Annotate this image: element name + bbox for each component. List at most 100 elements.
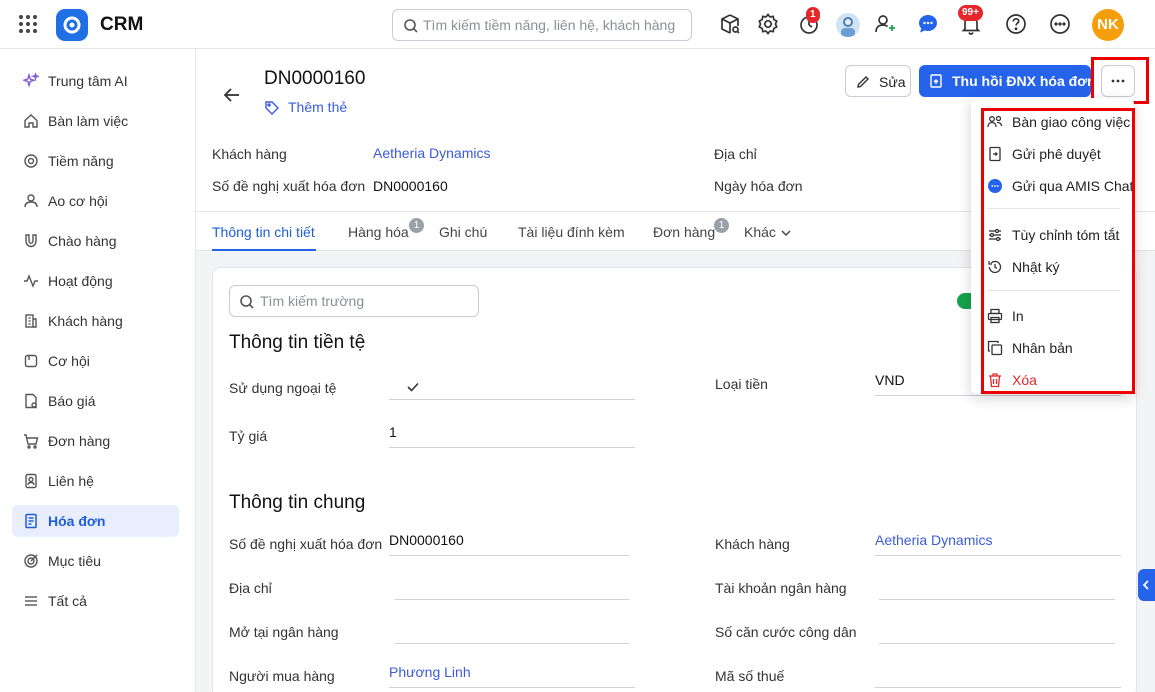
sidebar-item-all[interactable]: Tất cả: [12, 585, 179, 617]
sidebar-item-label: Chào hàng: [48, 233, 117, 249]
value-exchange-rate[interactable]: 1: [389, 420, 635, 448]
field-search-input[interactable]: [260, 292, 470, 310]
value-use-foreign-currency[interactable]: [389, 372, 635, 400]
label-currency: Loại tiền: [715, 376, 768, 392]
sidebar-item-label: Hoạt động: [48, 273, 113, 289]
recall-button-label: Thu hồi ĐNX hóa đơn: [952, 73, 1096, 89]
chevron-left-icon: [1142, 580, 1149, 590]
tab-products-badge: 1: [409, 218, 424, 233]
sidebar-item-workspace[interactable]: Bàn làm việc: [12, 105, 179, 137]
tab-orders[interactable]: Đơn hàng: [653, 224, 715, 240]
value-tax-code[interactable]: [875, 660, 1121, 688]
sidebar-item-label: Hóa đơn: [48, 513, 106, 529]
global-search[interactable]: [392, 9, 692, 41]
value-request-no[interactable]: DN0000160: [389, 528, 629, 556]
sidebar-item-label: Mục tiêu: [48, 553, 101, 569]
sidebar-item-leads[interactable]: Tiềm năng: [12, 145, 179, 177]
search-input[interactable]: [423, 15, 685, 35]
recall-invoice-request-button[interactable]: Thu hồi ĐNX hóa đơn: [919, 65, 1096, 97]
section-title-currency: Thông tin tiền tệ: [229, 332, 366, 353]
tag-icon: [265, 101, 279, 115]
sidebar-item-activities[interactable]: Hoạt động: [12, 265, 179, 297]
chat-icon[interactable]: [916, 12, 940, 36]
sidebar-item-label: Cơ hội: [48, 353, 90, 369]
back-arrow-icon[interactable]: [222, 85, 242, 105]
summary-label-request-no: Số đề nghị xuất hóa đơn: [212, 178, 366, 194]
label-address: Địa chỉ: [229, 580, 272, 596]
tab-more[interactable]: Khác: [744, 224, 792, 240]
sidebar-item-label: Tất cả: [48, 593, 87, 609]
sidebar-item-orders[interactable]: Đơn hàng: [12, 425, 179, 457]
sidebar-item-label: Đơn hàng: [48, 433, 111, 449]
sidebar: Trung tâm AI Bàn làm việc Tiềm năng Ao c…: [0, 49, 196, 692]
users-icon: [24, 194, 38, 208]
more-icon[interactable]: [1048, 12, 1072, 36]
sidebar-item-contacts[interactable]: Liên hệ: [12, 465, 179, 497]
grid-icon[interactable]: [18, 14, 38, 34]
top-bar: CRM 1 99+ NK: [0, 0, 1155, 49]
document-icon: [930, 74, 942, 88]
tab-details[interactable]: Thông tin chi tiết: [212, 224, 315, 240]
tab-more-label: Khác: [744, 224, 776, 240]
label-bank-opened-at: Mở tại ngân hàng: [229, 624, 339, 640]
sidebar-item-label: Báo giá: [48, 393, 96, 409]
add-tag-link[interactable]: Thêm thẻ: [264, 99, 347, 115]
tab-products[interactable]: Hàng hóa: [348, 224, 409, 240]
value-buyer[interactable]: Phương Linh: [389, 660, 635, 688]
label-request-no: Số đề nghị xuất hóa đơn: [229, 536, 383, 552]
summary-label-invoice-date: Ngày hóa đơn: [714, 178, 803, 194]
tab-attachments[interactable]: Tài liệu đính kèm: [518, 224, 625, 240]
notification-badge: 99+: [958, 5, 983, 21]
package-search-icon[interactable]: [718, 12, 742, 36]
section-title-general: Thông tin chung: [229, 492, 366, 513]
value-bank-account[interactable]: [879, 572, 1115, 600]
timer-badge: 1: [806, 7, 820, 23]
search-icon: [240, 295, 254, 309]
sidebar-item-customers[interactable]: Khách hàng: [12, 305, 179, 337]
chevron-down-icon: [781, 230, 791, 237]
tab-notes[interactable]: Ghi chú: [439, 224, 487, 240]
summary-value-customer[interactable]: Aetheria Dynamics: [373, 145, 491, 161]
sidebar-item-label: Bàn làm việc: [48, 113, 129, 129]
label-bank-account: Tài khoản ngân hàng: [715, 580, 847, 596]
quote-icon: [25, 393, 37, 409]
label-use-foreign-currency: Sử dụng ngoại tệ: [229, 380, 337, 396]
edit-button[interactable]: Sửa: [845, 65, 911, 97]
home-icon: [24, 114, 38, 128]
field-search[interactable]: [229, 285, 479, 317]
sidebar-item-goals[interactable]: Mục tiêu: [12, 545, 179, 577]
sidebar-item-offers[interactable]: Chào hàng: [12, 225, 179, 257]
collapse-panel-tab[interactable]: [1138, 569, 1155, 601]
label-customer: Khách hàng: [715, 536, 790, 552]
value-address[interactable]: [395, 572, 629, 600]
contact-icon: [25, 473, 37, 489]
sidebar-item-quotes[interactable]: Báo giá: [12, 385, 179, 417]
label-tax-code: Mã số thuế: [715, 668, 785, 684]
gear-icon[interactable]: [756, 12, 780, 36]
sidebar-item-label: Ao cơ hội: [48, 193, 108, 209]
sidebar-item-ai-center[interactable]: Trung tâm AI: [12, 65, 179, 97]
invoice-icon: [25, 513, 37, 529]
sidebar-item-opportunities[interactable]: Cơ hội: [12, 345, 179, 377]
sidebar-item-invoices[interactable]: Hóa đơn: [12, 505, 179, 537]
avatar[interactable]: [836, 13, 860, 37]
crm-logo-icon[interactable]: [56, 9, 88, 41]
sidebar-item-opportunity-pool[interactable]: Ao cơ hội: [12, 185, 179, 217]
box-icon: [24, 354, 38, 368]
value-bank-opened-at[interactable]: [395, 616, 629, 644]
value-customer[interactable]: Aetheria Dynamics: [875, 528, 1121, 556]
summary-label-customer: Khách hàng: [212, 146, 287, 162]
label-exchange-rate: Tỷ giá: [229, 428, 268, 444]
summary-label-address: Địa chỉ: [714, 146, 757, 162]
user-avatar[interactable]: NK: [1092, 9, 1124, 41]
cart-icon: [24, 434, 39, 449]
active-tab-indicator: [212, 249, 316, 251]
help-icon[interactable]: [1004, 12, 1028, 36]
highlight-menu: [981, 108, 1135, 394]
value-id-card[interactable]: [879, 616, 1115, 644]
add-user-icon[interactable]: [873, 12, 897, 36]
magnet-icon: [25, 234, 37, 248]
label-id-card: Số căn cước công dân: [715, 624, 857, 640]
record-title: DN0000160: [264, 68, 366, 89]
summary-value-request-no: DN0000160: [373, 178, 448, 194]
